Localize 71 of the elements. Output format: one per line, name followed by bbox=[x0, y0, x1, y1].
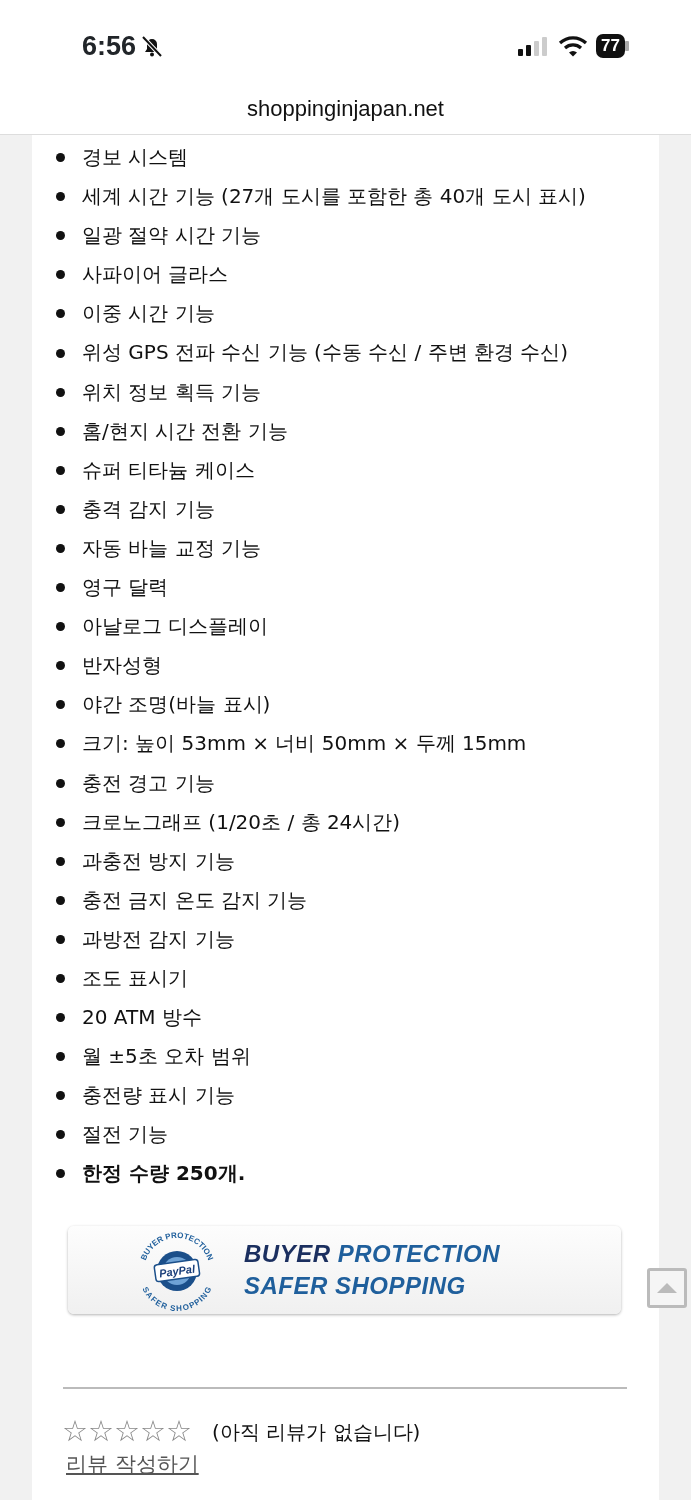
bullet-icon bbox=[56, 544, 65, 553]
bullet-icon bbox=[56, 622, 65, 632]
list-item-text: 이중 시간 기능 bbox=[82, 300, 215, 328]
bullet-icon bbox=[56, 231, 65, 241]
list-item-text: 홈/현지 시간 전환 기능 bbox=[82, 417, 288, 445]
list-item-text: 충전 경고 기능 bbox=[82, 769, 215, 797]
list-item-text: 20 ATM 방수 bbox=[82, 1004, 202, 1032]
battery-level-text: 77 bbox=[596, 34, 625, 58]
wifi-icon bbox=[558, 35, 589, 57]
bullet-icon bbox=[56, 348, 65, 358]
bullet-icon bbox=[56, 974, 65, 983]
bullet-icon bbox=[56, 309, 65, 319]
list-item-text: 야간 조명(바늘 표시) bbox=[82, 691, 271, 719]
write-review-link[interactable]: 리뷰 작성하기 bbox=[66, 1448, 199, 1481]
bullet-icon bbox=[56, 270, 65, 280]
clock-text: 6:56 bbox=[82, 29, 137, 63]
bullet-icon bbox=[56, 192, 65, 202]
battery-tip-icon bbox=[625, 41, 629, 51]
bullet-icon bbox=[56, 1130, 65, 1140]
list-item-text: 과충전 방지 기능 bbox=[82, 847, 235, 875]
bullet-icon bbox=[56, 661, 65, 671]
address-text: shoppinginjapan.net bbox=[247, 95, 444, 123]
review-summary-text: (아직 리뷰가 없습니다) bbox=[212, 1418, 421, 1446]
headline-text: SAFER SHOPPING bbox=[244, 1270, 467, 1301]
star-icon: ☆ bbox=[166, 1417, 192, 1447]
list-item-text: 크로노그래프 (1/20초 / 총 24시간) bbox=[82, 808, 401, 836]
list-item-text: 위성 GPS 전파 수신 기능 (수동 수신 / 주변 환경 수신) bbox=[82, 339, 569, 367]
list-item-text: 절전 기능 bbox=[82, 1121, 169, 1149]
list-item-text: 위치 정보 획득 기능 bbox=[82, 378, 262, 406]
bullet-icon bbox=[56, 817, 65, 827]
bullet-icon bbox=[56, 387, 65, 397]
bullet-icon bbox=[56, 465, 65, 475]
scroll-top-button[interactable] bbox=[647, 1268, 687, 1308]
bullet-icon bbox=[56, 700, 65, 710]
bullet-icon bbox=[56, 1052, 65, 1062]
bullet-icon bbox=[56, 1091, 65, 1101]
bullet-icon bbox=[56, 1013, 65, 1023]
bullet-icon bbox=[56, 1169, 65, 1179]
star-icon: ☆ bbox=[140, 1417, 166, 1447]
bullet-icon bbox=[56, 934, 65, 944]
list-item-text: 월 ±5초 오차 범위 bbox=[82, 1043, 251, 1071]
list-item-text: 충전 금지 온도 감지 기능 bbox=[82, 886, 308, 914]
muted-bell-icon bbox=[140, 34, 165, 58]
list-item-text: 자동 바늘 교정 기능 bbox=[82, 534, 262, 562]
list-item-text: 일광 절약 시간 기능 bbox=[82, 222, 262, 250]
bullet-icon bbox=[56, 856, 65, 866]
star-icon: ☆ bbox=[62, 1417, 88, 1447]
list-item-text: 조도 표시기 bbox=[82, 964, 189, 992]
list-item-text: 크기: 높이 53mm × 너비 50mm × 두께 15mm bbox=[82, 730, 527, 758]
list-item-text: 세계 시간 기능 (27개 도시를 포함한 총 40개 도시 표시) bbox=[82, 183, 586, 211]
star-icon: ☆ bbox=[114, 1417, 140, 1447]
bullet-icon bbox=[56, 778, 65, 788]
list-item-text: 반자성형 bbox=[82, 652, 162, 680]
caret-icon bbox=[656, 1282, 678, 1294]
bullet-icon bbox=[56, 739, 65, 749]
list-item-text: 사파이어 글라스 bbox=[82, 261, 229, 289]
bullet-icon bbox=[56, 583, 65, 593]
list-item-text: 한정 수량 250개. bbox=[82, 1160, 246, 1188]
list-item-text: 과방전 감지 기능 bbox=[82, 925, 235, 953]
bullet-icon bbox=[56, 153, 65, 163]
bullet-icon bbox=[56, 895, 65, 905]
list-item-text: 충격 감지 기능 bbox=[82, 495, 215, 523]
bullet-icon bbox=[56, 504, 65, 514]
list-item-text: 영구 달력 bbox=[82, 574, 169, 602]
list-item-text: 아날로그 디스플레이 bbox=[82, 613, 269, 641]
headline-text: BUYER PROTECTION bbox=[244, 1238, 501, 1269]
star-icon: ☆ bbox=[88, 1417, 114, 1447]
list-item-text: 충전량 표시 기능 bbox=[82, 1082, 235, 1110]
list-item-text: 경보 시스템 bbox=[82, 144, 189, 171]
list-item-text: 슈퍼 티타늄 케이스 bbox=[82, 456, 255, 484]
bullet-icon bbox=[56, 426, 65, 436]
